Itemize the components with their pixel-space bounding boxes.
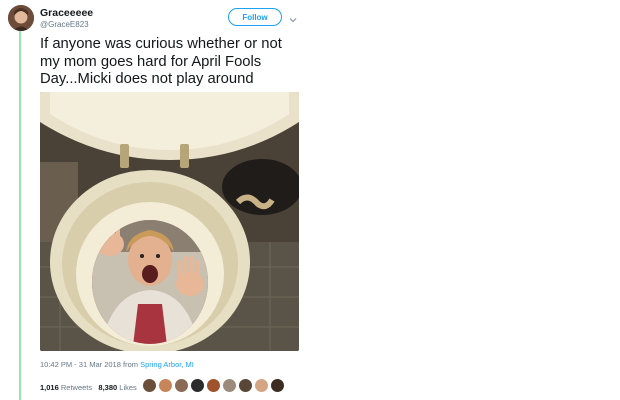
likes-stat[interactable]: 8,380 Likes	[98, 383, 136, 392]
tweet-meta: 10:42 PM - 31 Mar 2018 from Spring Arbor…	[40, 360, 194, 369]
liker-avatar[interactable]	[270, 378, 285, 393]
tweet-stats: 1,016 Retweets 8,380 Likes	[40, 383, 137, 392]
retweets-label: Retweets	[60, 383, 93, 392]
liker-avatar[interactable]	[158, 378, 173, 393]
from-label: from	[122, 360, 138, 369]
tweet-text: If anyone was curious whether or not my …	[40, 36, 282, 87]
liker-avatar[interactable]	[190, 378, 205, 393]
avatar[interactable]	[8, 5, 34, 31]
liker-avatar[interactable]	[206, 378, 221, 393]
tweet-card: Graceeeee @GraceE823 Follow If anyone wa…	[0, 0, 312, 400]
display-name[interactable]: Graceeeee	[40, 7, 93, 19]
retweets-stat[interactable]: 1,016 Retweets	[40, 383, 92, 392]
avatar-image	[8, 5, 34, 31]
tweet-location[interactable]: Spring Arbor, MI	[140, 360, 194, 369]
liker-avatar[interactable]	[238, 378, 253, 393]
liker-avatar[interactable]	[254, 378, 269, 393]
likes-count: 8,380	[98, 383, 118, 392]
retweets-count: 1,016	[40, 383, 59, 392]
tweet-photo[interactable]	[40, 92, 299, 351]
follow-button[interactable]: Follow	[228, 8, 282, 26]
user-handle[interactable]: @GraceE823	[40, 19, 93, 30]
likes-label: Likes	[119, 383, 137, 392]
tweet-author[interactable]: Graceeeee @GraceE823	[40, 7, 93, 30]
chevron-down-icon[interactable]	[289, 11, 297, 23]
tweet-timestamp[interactable]: 10:42 PM - 31 Mar 2018	[40, 360, 121, 369]
thread-line	[19, 30, 21, 400]
liker-avatar[interactable]	[174, 378, 189, 393]
liker-avatar[interactable]	[222, 378, 237, 393]
liker-avatars	[142, 378, 286, 393]
liker-avatar[interactable]	[142, 378, 157, 393]
